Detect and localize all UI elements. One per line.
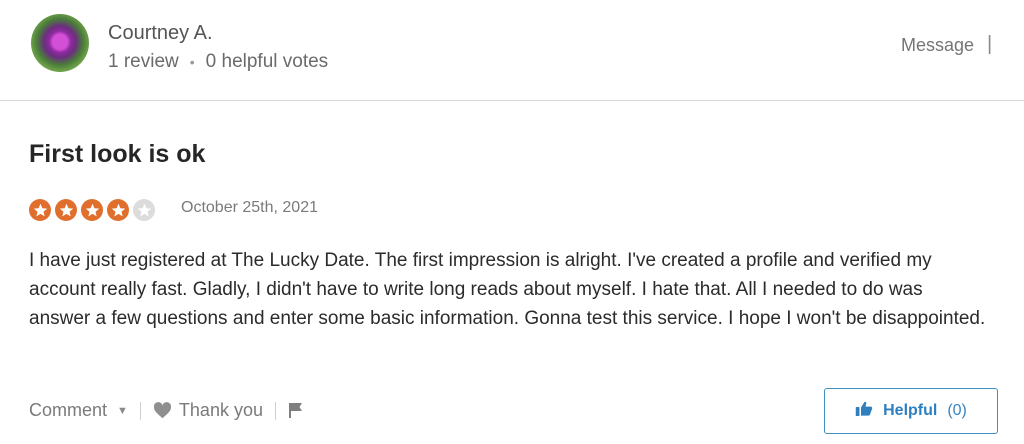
helpful-count: (0) (947, 402, 967, 419)
review-count: 1 review (108, 51, 179, 72)
star-rating (29, 199, 155, 221)
comment-label: Comment (29, 400, 108, 420)
helpful-label: Helpful (883, 402, 938, 419)
message-link[interactable]: Message (901, 35, 974, 56)
star-icon (81, 199, 103, 221)
reviewer-header: Courtney A. 1 review • 0 helpful votes M… (0, 0, 1024, 101)
helpful-votes-count: 0 helpful votes (205, 51, 329, 72)
action-divider (139, 401, 141, 420)
review-title: First look is ok (29, 140, 206, 168)
comment-button[interactable]: Comment ▼ (29, 400, 128, 421)
star-icon (55, 199, 77, 221)
caret-down-icon: ▼ (117, 404, 128, 417)
flag-icon[interactable] (288, 402, 304, 419)
review-body: I have just registered at The Lucky Date… (29, 250, 986, 329)
thank-you-button[interactable]: Thank you (153, 400, 263, 421)
header-separator: | (987, 33, 993, 55)
reviewer-name[interactable]: Courtney A. (108, 22, 213, 45)
star-icon (107, 199, 129, 221)
heart-icon (153, 402, 172, 419)
thumbs-up-icon (855, 400, 873, 422)
review-actions: Comment ▼ Thank you (29, 400, 304, 421)
thank-you-label: Thank you (178, 400, 263, 420)
star-icon (29, 199, 51, 221)
reviewer-stats: 1 review • 0 helpful votes (108, 51, 328, 73)
action-divider (274, 401, 276, 420)
star-icon (133, 199, 155, 221)
helpful-button[interactable]: Helpful (0) (824, 388, 998, 434)
avatar[interactable] (31, 14, 89, 72)
review-date: October 25th, 2021 (181, 199, 318, 216)
dot-separator: • (189, 54, 195, 70)
